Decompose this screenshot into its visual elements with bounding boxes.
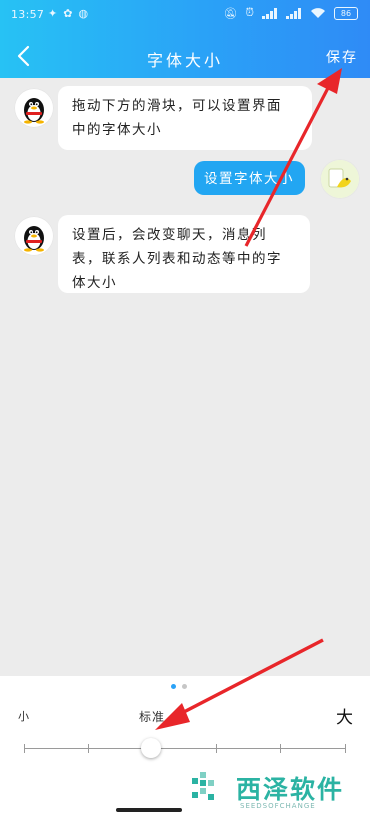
watermark-brand: 西泽软件: [236, 775, 345, 804]
slider-tick[interactable]: [24, 744, 25, 753]
status-bar: 13:57 ✦ ✿ ◍ 🔕︎ ⏰︎ 86: [0, 0, 370, 30]
user-avatar: [320, 159, 360, 199]
flower-icon: ✿: [63, 7, 73, 20]
watermark-icon: [192, 772, 214, 800]
alarm-icon: ⏰︎: [245, 6, 254, 19]
nav-bar: 字体大小 保存: [0, 30, 370, 78]
bubble-line: 表，联系人列表和动态等中的字: [72, 251, 282, 267]
home-indicator[interactable]: [116, 808, 182, 812]
app-header: 13:57 ✦ ✿ ◍ 🔕︎ ⏰︎ 86 字体大小 保存: [0, 0, 370, 78]
watermark-logo: 西泽软件: [190, 770, 344, 806]
bubble-line: 拖动下方的滑块，可以设置界面: [72, 98, 282, 114]
label-small: 小: [18, 710, 29, 723]
qq-penguin-avatar: [14, 88, 54, 128]
page-dot-active: [171, 684, 176, 689]
status-time: 13:57: [11, 8, 45, 21]
app-icon: ◍: [78, 7, 89, 20]
battery-icon: 86: [334, 6, 358, 20]
bubble-line: 中的字体大小: [72, 122, 162, 138]
wifi-icon: [311, 8, 325, 18]
notification-icons: ✦ ✿ ◍: [48, 7, 88, 20]
status-icons: 🔕︎ ⏰︎ 86: [223, 6, 358, 20]
page-dot: [182, 684, 187, 689]
signal-2-icon: [286, 7, 301, 19]
bubble-line: 设置后，会改变聊天，消息列: [72, 227, 267, 243]
bubble-line: 设置字体大小: [204, 171, 294, 187]
mute-icon: 🔕︎: [223, 6, 238, 20]
page-indicator: [171, 684, 187, 689]
chat-bubble-left: 设置后，会改变聊天，消息列 表，联系人列表和动态等中的字 体大小: [58, 215, 310, 293]
bird-icon: ✦: [48, 7, 58, 20]
qq-penguin-avatar: [14, 216, 54, 256]
save-button[interactable]: 保存: [326, 47, 358, 67]
slider-tick[interactable]: [345, 744, 346, 753]
signal-icon: [262, 7, 277, 19]
slider-tick[interactable]: [88, 744, 89, 753]
slider-tick[interactable]: [216, 744, 217, 753]
font-size-slider-thumb[interactable]: [141, 738, 161, 758]
slider-tick[interactable]: [280, 744, 281, 753]
label-large: 大: [336, 708, 353, 728]
font-size-slider-track[interactable]: [24, 748, 346, 749]
bubble-line: 体大小: [72, 275, 117, 291]
chat-bubble-left: 拖动下方的滑块，可以设置界面 中的字体大小: [58, 86, 312, 150]
chat-bubble-right: 设置字体大小: [194, 161, 305, 195]
page-title: 字体大小: [146, 51, 223, 70]
label-standard: 标准: [139, 710, 166, 724]
battery-level: 86: [340, 8, 352, 18]
watermark-sub: SEEDSOFCHANGE: [240, 802, 316, 810]
